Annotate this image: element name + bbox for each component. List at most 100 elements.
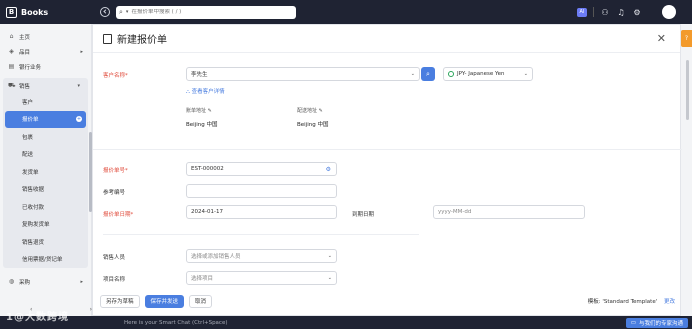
customer-value: 李先生 (191, 72, 208, 78)
avatar[interactable] (662, 5, 676, 19)
bank-icon: ▤ (8, 63, 15, 70)
sidebar-subitem-invoices[interactable]: 发货单 (3, 163, 88, 181)
salesperson-label: 销售人员 (103, 255, 126, 261)
tag-icon: ◈ (9, 48, 14, 55)
gear-icon[interactable]: ⚙ (632, 8, 642, 17)
chat-icon: ▭ (630, 319, 636, 326)
customer-label: 客户名称* (103, 73, 128, 79)
top-right-actions: AI ⚇ ♫ ⚙ (577, 0, 692, 24)
sidebar-item-items[interactable]: ◈ 品目 ▸ (0, 44, 91, 59)
sidebar-subitem-payments-received[interactable]: 已收付款 (3, 198, 88, 216)
form-footer: 另存为草稿 保存并发送 取消 模板: 'Standard Template' 更… (92, 289, 681, 313)
smart-chat-input[interactable]: Here is your Smart Chat (Ctrl+Space) (124, 320, 227, 326)
app-logo[interactable]: B Books (0, 6, 92, 18)
sidebar-item-banking[interactable]: ▤ 银行业务 (0, 59, 91, 74)
section-divider (93, 149, 682, 150)
contact-expert-button[interactable]: ▭ 与我们的专家沟通 (625, 317, 688, 328)
quote-number-label: 报价单号* (103, 168, 128, 174)
watermark: 1@大数跨境 (6, 312, 69, 323)
gear-icon[interactable]: ⚙ (326, 166, 331, 173)
salesperson-select[interactable]: 选择或添加销售人员 ⌄ (186, 249, 337, 263)
sidebar-subitem-credit-notes[interactable]: 信用票据/贷记单 (3, 251, 88, 269)
customer-select[interactable]: 李先生 ⌄ (186, 67, 420, 81)
cancel-button[interactable]: 取消 (189, 294, 213, 308)
template-name: 'Standard Template' (602, 299, 658, 305)
search-icon: ⌕ (119, 7, 123, 16)
search-icon: ⌕ (426, 69, 430, 78)
sidebar-subitem-packages[interactable]: 包裹 (3, 128, 88, 146)
form-header: 新建报价单 (93, 25, 680, 53)
global-search[interactable]: ⌕ ▾ (116, 5, 296, 19)
sidebar-item-label: 报价单 (22, 117, 39, 124)
divider (593, 7, 594, 17)
sidebar-subitem-quotes[interactable]: 报价单 + (5, 110, 86, 128)
close-icon[interactable]: ✕ (657, 32, 666, 45)
question-icon: ? (684, 35, 689, 42)
sidebar-group-sales: ⛟ 销售 ▾ 客户 报价单 + 包裹 配送 发货单 销售收据 已收付款 复购发货… (3, 78, 88, 268)
chevron-right-icon: ▸ (80, 48, 83, 55)
cart-icon: ⛟ (8, 81, 16, 89)
history-icon[interactable] (100, 7, 110, 17)
reference-label: 参考编号 (103, 190, 126, 196)
users-icon[interactable]: ⚇ (600, 8, 610, 17)
sidebar-item-label: 销售 (19, 83, 31, 90)
quote-number-input[interactable]: EST-000002 ⚙ (186, 162, 337, 176)
document-icon (103, 33, 112, 44)
help-tab[interactable]: ? (681, 30, 692, 47)
project-select[interactable]: 选择项目 ⌄ (186, 271, 337, 285)
sidebar-subitem-sales-receipts[interactable]: 销售收据 (3, 181, 88, 199)
edit-icon: ✎ (207, 108, 212, 114)
sidebar-subitem-sales-returns[interactable]: 销售退货 (3, 233, 88, 251)
save-draft-button[interactable]: 另存为草稿 (100, 294, 140, 308)
bell-icon[interactable]: ♫ (616, 8, 626, 17)
sidebar-item-sales[interactable]: ⛟ 销售 ▾ (3, 78, 88, 93)
chevron-down-icon: ⌄ (327, 275, 332, 281)
bag-icon: ◍ (8, 278, 15, 285)
sidebar-subitem-shipments[interactable]: 配送 (3, 146, 88, 164)
sidebar-item-label: 主页 (19, 34, 31, 41)
change-template-link[interactable]: 更改 (664, 299, 675, 305)
currency-status-icon (448, 71, 454, 77)
expiry-date-input[interactable]: yyyy-MM-dd (433, 205, 585, 219)
customer-search-button[interactable]: ⌕ (421, 67, 435, 81)
add-icon[interactable]: + (76, 116, 82, 123)
reference-input[interactable] (186, 184, 337, 198)
quote-form-card: 新建报价单 ✕ 客户名称* 李先生 ⌄ ⌕ JPY- Japanese Yen … (92, 24, 682, 316)
chevron-down-icon: ▾ (77, 82, 80, 89)
search-input[interactable] (131, 9, 272, 15)
sidebar-item-home[interactable]: ⌂ 主页 (0, 29, 91, 44)
chevron-down-icon[interactable]: ▾ (126, 9, 129, 15)
main-scrollbar[interactable] (686, 60, 689, 120)
quote-date-input[interactable]: 2024-01-17 (186, 205, 337, 219)
sidebar: ⌂ 主页 ◈ 品目 ▸ ▤ 银行业务 ⛟ 销售 ▾ 客户 报价单 + 包裹 配送… (0, 24, 92, 316)
top-bar: B Books ⌕ ▾ AI ⚇ ♫ ⚙ (0, 0, 692, 24)
section-divider (103, 234, 419, 235)
expiry-date-placeholder: yyyy-MM-dd (438, 209, 472, 215)
ai-badge-icon[interactable]: AI (577, 7, 587, 17)
view-customer-details-link[interactable]: ⛬ 查看客户详情 (186, 87, 225, 96)
page-title: 新建报价单 (117, 35, 167, 46)
quote-date-label: 报价单日期* (103, 212, 134, 218)
shipping-address-value: Beijing 中国 (297, 122, 329, 128)
edit-icon: ✎ (318, 108, 323, 114)
sidebar-subitem-customers[interactable]: 客户 (3, 93, 88, 111)
chevron-right-icon[interactable]: › (90, 306, 92, 313)
currency-select[interactable]: JPY- Japanese Yen ⌄ (443, 67, 533, 81)
save-send-button[interactable]: 保存并发送 (144, 294, 185, 308)
chevron-right-icon: ▸ (80, 278, 83, 285)
project-placeholder: 选择项目 (191, 276, 214, 282)
sidebar-subitem-recurring-invoices[interactable]: 复购发货单 (3, 216, 88, 234)
quote-date-value: 2024-01-17 (191, 209, 223, 215)
sidebar-item-label: 银行业务 (19, 64, 42, 71)
salesperson-placeholder: 选择或添加销售人员 (191, 254, 241, 260)
template-info: 模板: 'Standard Template' 更改 (587, 299, 675, 305)
chevron-down-icon: ⌄ (327, 253, 332, 259)
project-label: 项目名称 (103, 277, 126, 283)
shipping-address-label: 配送地址 ✎ (297, 108, 323, 114)
chevron-down-icon: ⌄ (523, 71, 528, 77)
sidebar-item-purchases[interactable]: ◍ 采购 ▸ (0, 274, 91, 289)
app-name: Books (21, 7, 49, 17)
chevron-down-icon: ⌄ (410, 71, 415, 77)
smart-chat-bar: Here is your Smart Chat (Ctrl+Space) ▭ 与… (0, 316, 692, 329)
sidebar-item-label: 品目 (19, 49, 31, 56)
